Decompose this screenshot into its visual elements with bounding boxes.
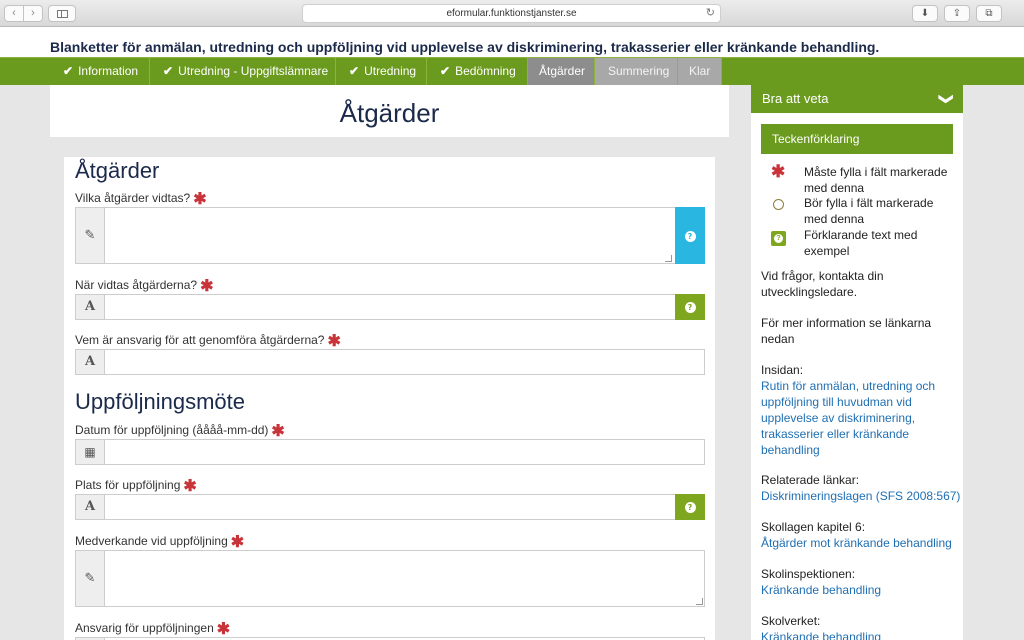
tab-bedomning[interactable]: ✔ Bedömning — [427, 58, 528, 85]
pencil-icon: ✎ — [76, 208, 105, 263]
help-button[interactable]: ? — [675, 207, 705, 264]
datum-input[interactable]: ▦ — [75, 439, 705, 465]
back-button[interactable]: ‹ — [4, 5, 24, 22]
required-icon: ✱ — [200, 278, 214, 295]
reload-icon[interactable]: ↻ — [706, 5, 715, 22]
section-title-uppfoljningsmote: Uppföljningsmöte — [75, 389, 245, 414]
help-icon: ? — [771, 228, 786, 246]
circle-icon — [771, 196, 785, 214]
legend-text: Bör fylla i fält markerade med denna — [804, 196, 934, 226]
legend-row-recommended: Bör fylla i fält markerade med denna — [771, 195, 961, 227]
tab-utredning-uppgiftslamnare[interactable]: ✔ Utredning - Uppgiftslämnare — [150, 58, 336, 85]
required-icon: ✱ — [327, 333, 341, 350]
legend-row-help: ? Förklarande text med exempel — [771, 227, 961, 259]
required-icon: ✱ — [230, 534, 245, 551]
atgarder-textarea[interactable]: ✎ ? — [75, 207, 705, 264]
field-label-datum: Datum för uppföljning (åååå-mm-dd) ✱ — [75, 423, 285, 440]
insidan-label: Insidan: — [761, 363, 804, 377]
skollagen-link[interactable]: Åtgärder mot kränkande behandling — [761, 535, 961, 551]
resize-handle[interactable] — [665, 255, 672, 262]
forward-button[interactable]: › — [23, 5, 43, 22]
step-tabs: ✔ Information ✔ Utredning - Uppgiftslämnar… — [0, 57, 1024, 85]
pencil-icon: ✎ — [76, 551, 105, 606]
related-link[interactable]: Diskrimineringslagen (SFS 2008:567) — [761, 488, 961, 504]
tab-atgarder[interactable]: Åtgärder — [528, 58, 595, 85]
section-title-atgarder: Åtgärder — [75, 158, 160, 183]
sidebar-header[interactable]: Bra att veta ❯ — [751, 85, 963, 113]
sidebar-toggle-button[interactable] — [48, 5, 76, 22]
field-label-nar: När vidtas åtgärderna? ✱ — [75, 278, 214, 295]
tab-utredning[interactable]: ✔ Utredning — [336, 58, 427, 85]
page-heading-panel: Åtgärder — [50, 85, 729, 137]
help-button[interactable]: ? — [675, 494, 705, 520]
browser-toolbar: ‹ › eformular.funktionstjanster.se ↻ ⬇ ⇪… — [0, 0, 1024, 27]
sidebar-title: Bra att veta — [762, 91, 829, 106]
calendar-icon[interactable]: ▦ — [76, 440, 105, 464]
required-icon: ✱ — [183, 478, 197, 495]
tabs-overview-button[interactable]: ⧉ — [976, 5, 1002, 22]
required-icon: ✱ — [771, 162, 786, 181]
field-label-medverkande: Medverkande vid uppföljning ✱ — [75, 534, 245, 551]
url-text: eformular.funktionstjanster.se — [446, 8, 577, 19]
site-title: Blanketter för anmälan, utredning och up… — [50, 39, 880, 55]
skollagen-label: Skollagen kapitel 6: — [761, 520, 866, 534]
tab-label: Bedömning — [455, 64, 516, 78]
check-icon: ✔ — [349, 64, 360, 78]
check-icon: ✔ — [440, 64, 451, 78]
contact-text: Vid frågor, kontakta din utvecklingsleda… — [761, 269, 884, 299]
sidebar-icon — [57, 10, 68, 18]
field-label-atgarder: Vilka åtgärder vidtas? ✱ — [75, 191, 207, 208]
skolinspektionen-link[interactable]: Kränkande behandling — [761, 582, 951, 598]
help-icon: ? — [684, 231, 696, 242]
plats-input[interactable]: A ? — [75, 494, 705, 520]
medverkande-textarea[interactable]: ✎ — [75, 550, 705, 607]
tab-label: Åtgärder — [539, 64, 586, 78]
tab-label: Summering — [608, 64, 670, 78]
help-button[interactable]: ? — [675, 294, 705, 320]
field-label-ansvarig: Vem är ansvarig för att genomföra åtgärd… — [75, 333, 341, 350]
more-info-text: För mer information se länkarna nedan — [761, 316, 932, 346]
legend-text: Förklarande text med exempel — [804, 228, 918, 258]
help-icon: ? — [684, 502, 696, 513]
help-icon: ? — [684, 302, 696, 313]
legend-text: Måste fylla i fält markerade med denna — [804, 165, 948, 195]
download-button[interactable]: ⬇ — [912, 5, 938, 22]
required-icon: ✱ — [193, 191, 207, 208]
tab-summering[interactable]: Summering — [595, 58, 678, 85]
text-icon: A — [76, 495, 105, 519]
page-title: Åtgärder — [339, 98, 440, 128]
share-button[interactable]: ⇪ — [944, 5, 970, 22]
tab-label: Klar — [689, 64, 711, 78]
address-bar[interactable]: eformular.funktionstjanster.se ↻ — [302, 4, 721, 23]
nar-input[interactable]: A ? — [75, 294, 705, 320]
field-label-ansvarig-uppfoljning: Ansvarig för uppföljningen ✱ — [75, 621, 231, 638]
resize-handle[interactable] — [696, 598, 703, 605]
skolverket-label: Skolverket: — [761, 614, 821, 628]
legend-title: Teckenförklaring — [761, 124, 953, 154]
info-sidebar: Bra att veta ❯ Teckenförklaring ✱ Måste … — [751, 85, 963, 640]
ansvarig-input[interactable]: A — [75, 349, 705, 375]
field-label-plats: Plats för uppföljning ✱ — [75, 478, 197, 495]
site-header: Blanketter för anmälan, utredning och up… — [0, 27, 1024, 57]
tab-information[interactable]: ✔ Information — [50, 58, 150, 85]
text-icon: A — [76, 295, 105, 319]
check-icon: ✔ — [63, 64, 74, 78]
check-icon: ✔ — [163, 64, 174, 78]
required-icon: ✱ — [216, 621, 231, 638]
chevron-down-icon[interactable]: ❯ — [933, 93, 961, 105]
required-icon: ✱ — [271, 423, 285, 440]
insidan-link[interactable]: Rutin för anmälan, utredning och uppfölj… — [761, 378, 941, 458]
skolinspektionen-label: Skolinspektionen: — [761, 567, 856, 581]
legend-row-required: ✱ Måste fylla i fält markerade med denna — [771, 162, 961, 196]
tab-label: Utredning - Uppgiftslämnare — [178, 64, 329, 78]
text-icon: A — [76, 350, 105, 374]
tab-klar[interactable]: Klar — [678, 58, 722, 85]
related-label: Relaterade länkar: — [761, 473, 860, 487]
skolverket-link[interactable]: Kränkande behandling — [761, 629, 951, 640]
tab-label: Information — [78, 64, 139, 78]
tab-label: Utredning — [364, 64, 417, 78]
